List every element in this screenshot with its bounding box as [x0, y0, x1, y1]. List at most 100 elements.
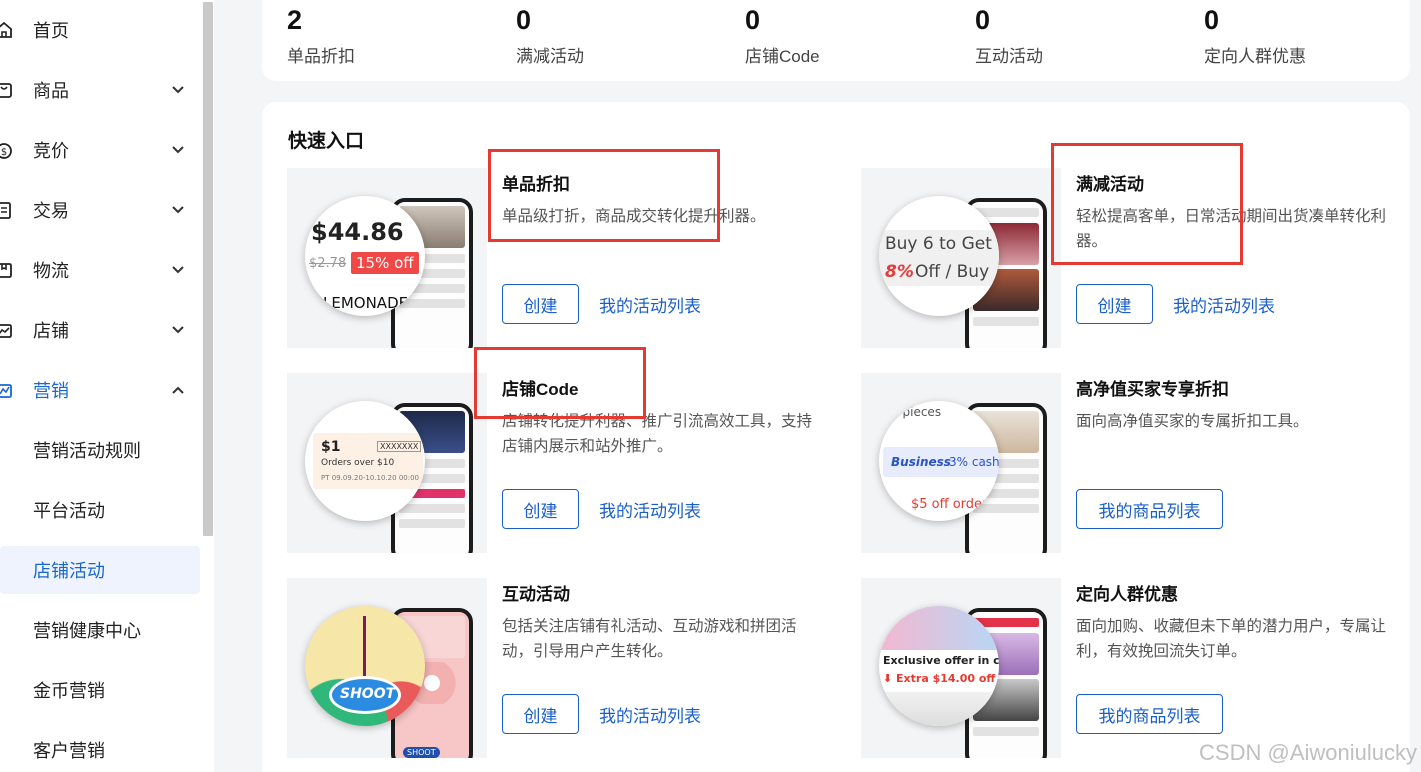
watermark: CSDN @Aiwoniulucky: [1199, 740, 1417, 765]
feature-description: 店铺转化提升利器、推广引流高效工具，支持店铺内展示和站外推广。: [502, 413, 813, 455]
sidebar-subitem-label: 营销活动规则: [33, 441, 141, 461]
stat-value: 0: [1204, 5, 1220, 35]
chevron-up-icon: [172, 386, 184, 394]
chevron-down-icon: [172, 86, 184, 94]
sidebar-item-label: 店铺: [33, 321, 69, 341]
feature-title: 定向人群优惠: [1076, 585, 1178, 604]
product-icon: [0, 83, 12, 98]
store-icon: [0, 324, 12, 338]
stat-single-discount[interactable]: 2 单品折扣: [287, 3, 355, 67]
section-title: 快速入口: [288, 131, 365, 152]
promo-bubble: Buy 6 to Get 8% Off / Buy: [879, 196, 999, 316]
sidebar-subitem-platform-activity[interactable]: 平台活动: [0, 486, 200, 534]
feature-thumbnail: SHOOT SHOOT: [287, 578, 487, 758]
my-activity-list-link[interactable]: 我的活动列表: [1173, 292, 1275, 317]
feature-description: 单品级打折，商品成交转化提升利器。: [502, 208, 766, 225]
feature-thumbnail: $44.86 $2.78 15% off LEMONADE: [287, 168, 487, 348]
feature-targeted-offer: Exclusive offer in ca ⬇ Extra $14.00 off…: [861, 578, 1401, 760]
quick-entry-card: 快速入口 $44.86 $2.78 15% off LEMONADE 单品折扣 …: [262, 102, 1410, 772]
stat-value: 0: [745, 5, 761, 35]
feature-full-reduction: Buy 6 to Get 8% Off / Buy 满减活动 轻松提高客单，日常…: [861, 168, 1401, 350]
stat-label: 定向人群优惠: [1204, 47, 1306, 66]
feature-single-discount: $44.86 $2.78 15% off LEMONADE 单品折扣 单品级打折…: [287, 168, 827, 350]
home-icon: [0, 21, 12, 38]
sidebar-item-label: 商品: [33, 81, 69, 101]
order-icon: [0, 202, 11, 219]
sidebar-item-marketing[interactable]: 营销: [0, 366, 200, 414]
promo-bubble: $44.86 $2.78 15% off LEMONADE: [305, 196, 425, 316]
sidebar-item-store[interactable]: 店铺: [0, 306, 200, 354]
logistics-icon: [0, 263, 12, 278]
chevron-down-icon: [172, 266, 184, 274]
svg-text:$: $: [1, 147, 7, 158]
stat-interactive[interactable]: 0 互动活动: [975, 3, 1043, 67]
create-button[interactable]: 创建: [502, 694, 579, 734]
sidebar-subitem-label: 营销健康中心: [33, 621, 141, 641]
feature-thumbnail: Buy 6 to Get 8% Off / Buy: [861, 168, 1061, 348]
feature-description: 轻松提高客单，日常活动期间出货凑单转化利器。: [1076, 208, 1387, 250]
my-activity-list-link[interactable]: 我的活动列表: [599, 497, 701, 522]
my-product-list-button[interactable]: 我的商品列表: [1076, 489, 1223, 529]
my-product-list-button[interactable]: 我的商品列表: [1076, 694, 1223, 734]
stat-full-reduction[interactable]: 0 满减活动: [516, 3, 584, 67]
sidebar-scrollbar[interactable]: [203, 2, 213, 536]
create-button[interactable]: 创建: [502, 489, 579, 529]
stat-label: 互动活动: [975, 47, 1043, 66]
sidebar-item-label: 物流: [33, 261, 69, 281]
bidding-icon: $: [0, 143, 12, 159]
create-button[interactable]: 创建: [1076, 284, 1153, 324]
sidebar-subitem-label: 客户营销: [33, 741, 105, 761]
feature-high-value-buyer-discount: 6+ pieces Business 3% cash $5 off order …: [861, 373, 1401, 555]
promo-bubble: 6+ pieces Business 3% cash $5 off order: [879, 401, 999, 521]
chevron-down-icon: [172, 146, 184, 154]
feature-description: 面向加购、收藏但未下单的潜力用户，专属让利，有效挽回流失订单。: [1076, 618, 1387, 660]
sidebar-item-label: 交易: [33, 201, 69, 221]
feature-description: 包括关注店铺有礼活动、互动游戏和拼团活动，引导用户产生转化。: [502, 618, 797, 660]
feature-thumbnail: $1 XXXXXXX Orders over $10 PT 09.09.20-1…: [287, 373, 487, 553]
stats-card: 2 单品折扣 0 满减活动 0 店铺Code 0 互动活动 0 定向人群优惠: [262, 0, 1410, 81]
sidebar-item-label: 营销: [33, 381, 69, 401]
promo-bubble: Exclusive offer in ca ⬇ Extra $14.00 off: [879, 606, 999, 726]
sidebar-subitem-store-activity[interactable]: 店铺活动: [0, 546, 200, 594]
sidebar-subitem-label: 金币营销: [33, 681, 105, 701]
sidebar-item-label: 竞价: [33, 141, 69, 161]
stat-label: 满减活动: [516, 47, 584, 66]
sidebar-subitem-rules[interactable]: 营销活动规则: [0, 426, 200, 474]
sidebar-item-orders[interactable]: 交易: [0, 186, 200, 234]
promo-bubble: SHOOT: [305, 606, 425, 726]
stat-label: 单品折扣: [287, 47, 355, 66]
sidebar-item-bidding[interactable]: $ 竞价: [0, 126, 200, 174]
stat-store-code[interactable]: 0 店铺Code: [745, 3, 820, 67]
create-button[interactable]: 创建: [502, 284, 579, 324]
stat-value: 0: [516, 5, 532, 35]
feature-title: 高净值买家专享折扣: [1076, 380, 1229, 399]
my-activity-list-link[interactable]: 我的活动列表: [599, 292, 701, 317]
feature-thumbnail: Exclusive offer in ca ⬇ Extra $14.00 off: [861, 578, 1061, 758]
sidebar-subitem-label: 平台活动: [33, 501, 105, 521]
sidebar-subitem-coin-marketing[interactable]: 金币营销: [0, 666, 200, 714]
feature-title: 店铺Code: [502, 380, 579, 399]
feature-store-code: $1 XXXXXXX Orders over $10 PT 09.09.20-1…: [287, 373, 827, 555]
stat-value: 0: [975, 5, 991, 35]
sidebar: 首页 商品 $ 竞价 交易 物流 店铺 营销 营销活动规则 平台活动 店铺活动: [0, 0, 214, 772]
sidebar-item-products[interactable]: 商品: [0, 66, 200, 114]
stat-targeted-offer[interactable]: 0 定向人群优惠: [1204, 3, 1306, 67]
chevron-down-icon: [172, 326, 184, 334]
sidebar-item-logistics[interactable]: 物流: [0, 246, 200, 294]
sidebar-item-home[interactable]: 首页: [0, 6, 200, 54]
feature-description: 面向高净值买家的专属折扣工具。: [1076, 413, 1309, 430]
sidebar-subitem-health-center[interactable]: 营销健康中心: [0, 606, 200, 654]
marketing-icon: [0, 384, 12, 398]
feature-thumbnail: 6+ pieces Business 3% cash $5 off order: [861, 373, 1061, 553]
my-activity-list-link[interactable]: 我的活动列表: [599, 702, 701, 727]
promo-bubble: $1 XXXXXXX Orders over $10 PT 09.09.20-1…: [305, 401, 425, 521]
sidebar-subitem-label: 店铺活动: [33, 561, 105, 581]
chevron-down-icon: [172, 206, 184, 214]
feature-title: 单品折扣: [502, 175, 570, 194]
feature-title: 满减活动: [1076, 175, 1144, 194]
stat-value: 2: [287, 5, 303, 35]
sidebar-subitem-customer-marketing[interactable]: 客户营销: [0, 726, 200, 772]
sidebar-item-label: 首页: [33, 21, 69, 41]
stat-label: 店铺Code: [745, 47, 820, 66]
feature-interactive-activity: SHOOT SHOOT 互动活动 包括关注店铺有礼活动、互动游戏和拼团活动，引导…: [287, 578, 827, 760]
